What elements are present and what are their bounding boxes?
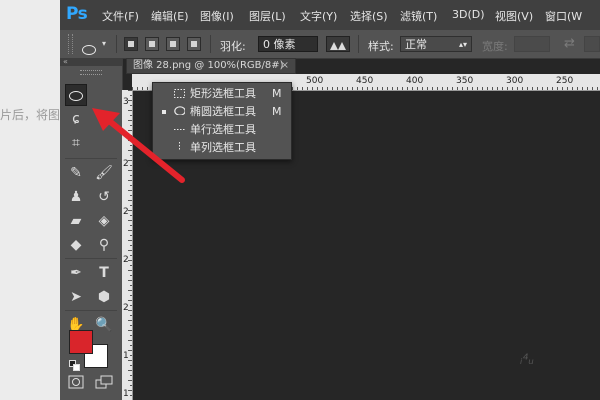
arrow-shaft [99,112,185,183]
annotation-arrow [92,108,185,183]
watermark-logo: ᵢ⁴ᵤ [520,352,534,368]
